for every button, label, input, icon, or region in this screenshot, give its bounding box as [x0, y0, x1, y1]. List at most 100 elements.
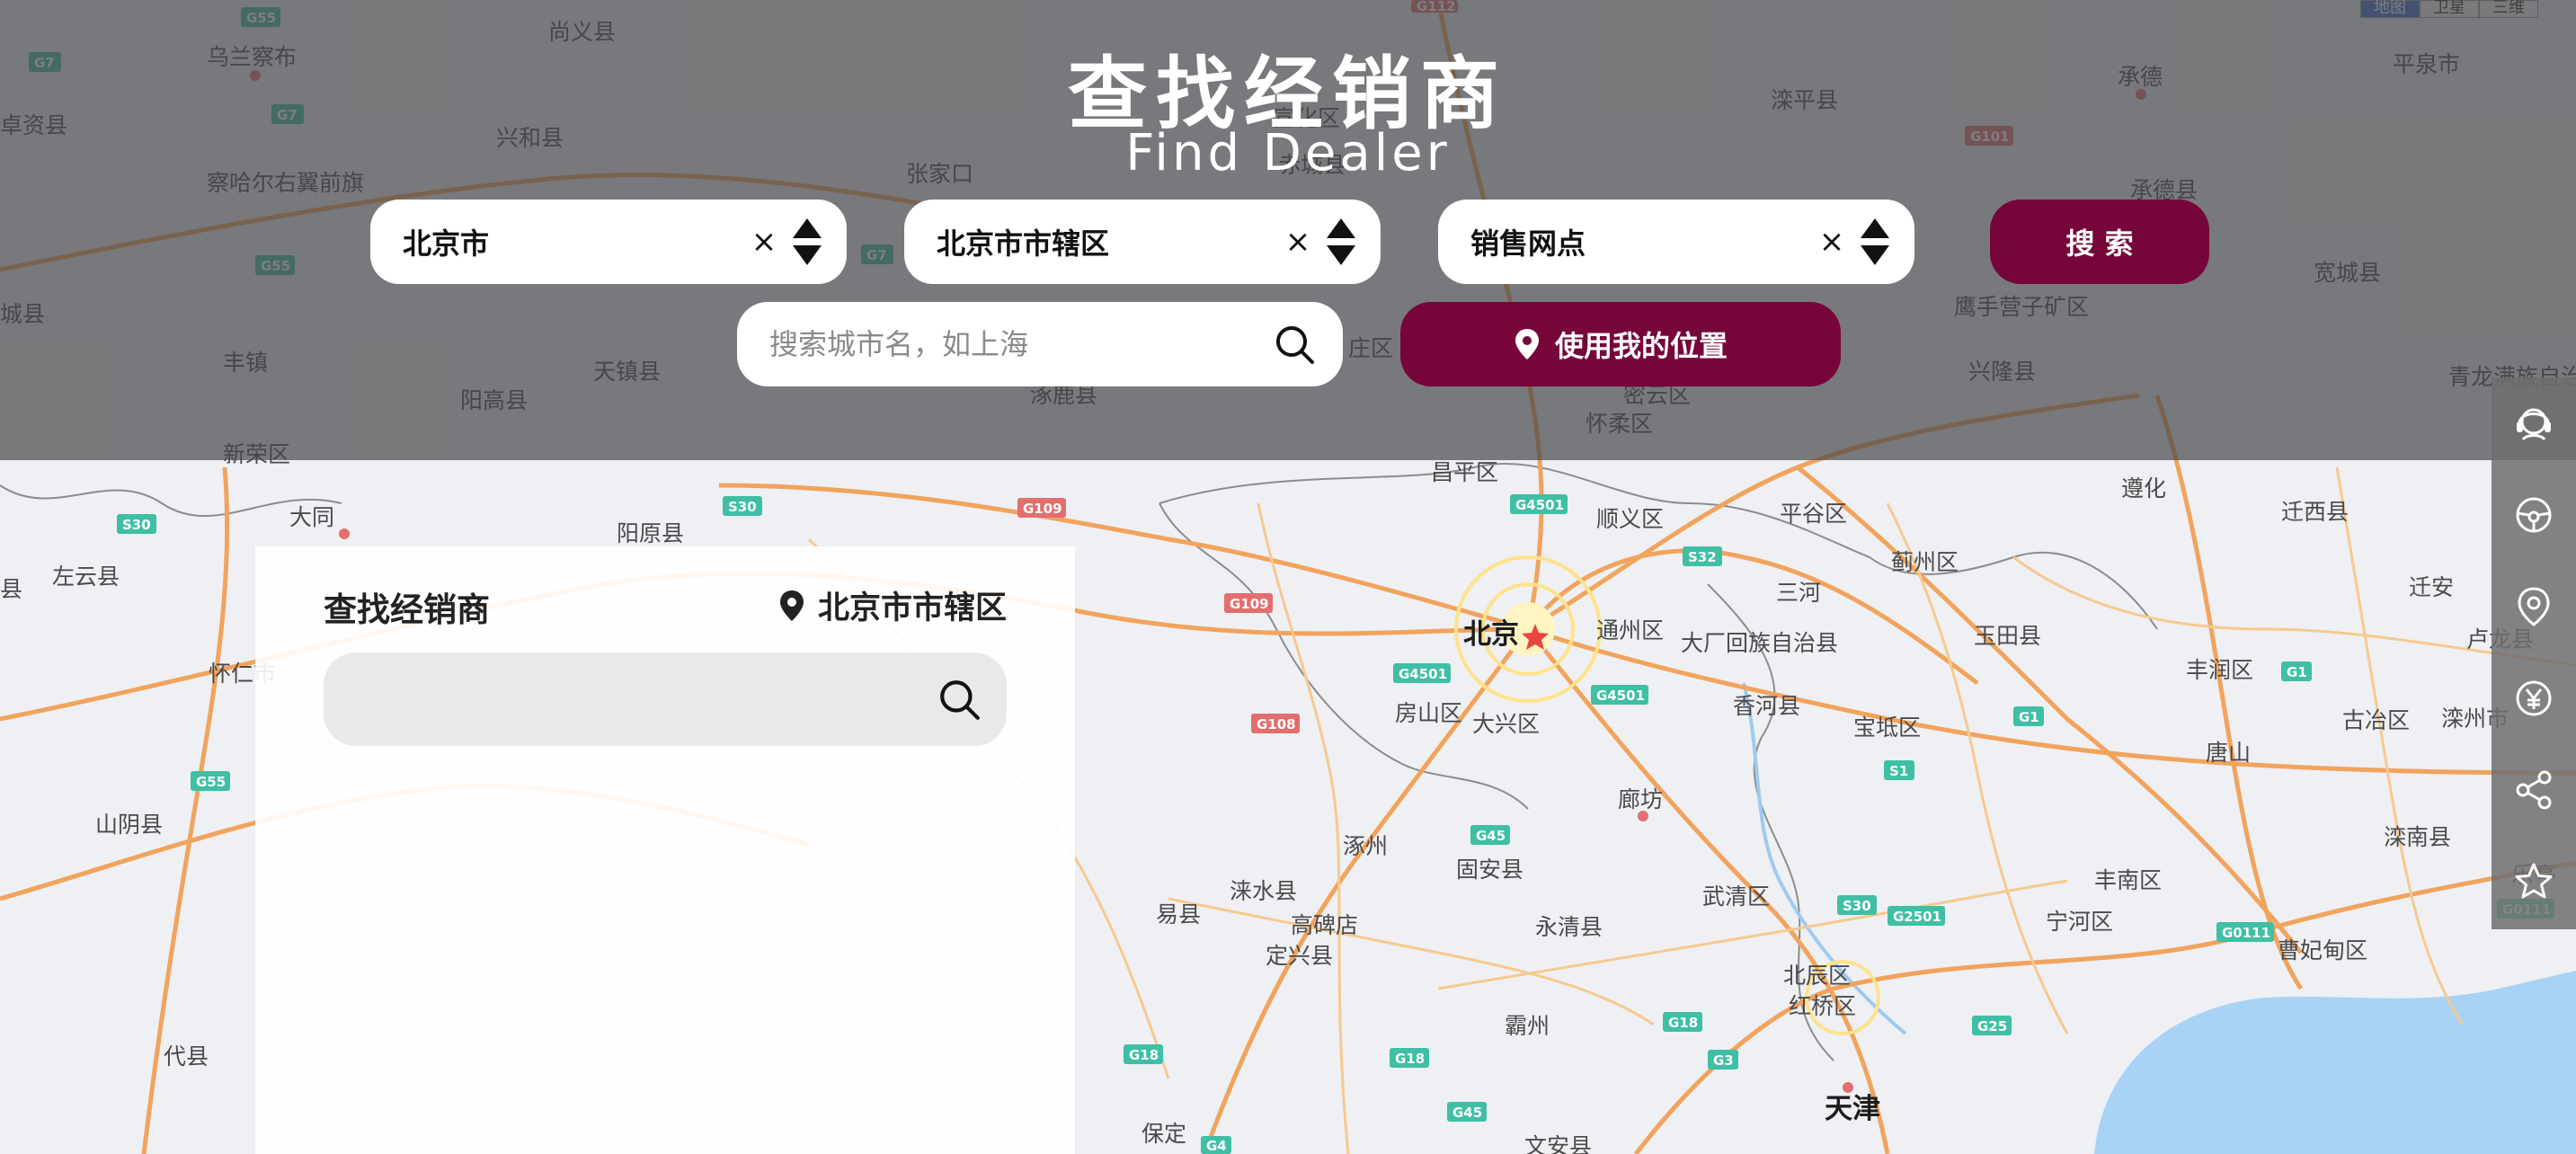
svg-text:天津: 天津: [1825, 1093, 1880, 1125]
svg-text:霸州: 霸州: [1505, 1013, 1550, 1039]
svg-text:北辰区: 北辰区: [1783, 963, 1851, 989]
location-pin-icon: [779, 590, 804, 621]
category-clear-icon[interactable]: ×: [1816, 224, 1848, 260]
svg-text:G18: G18: [1129, 1047, 1159, 1063]
svg-text:迁安: 迁安: [2409, 574, 2454, 600]
category-value: 销售网点: [1470, 226, 1586, 261]
favorite-button[interactable]: [2492, 836, 2576, 928]
svg-text:G2501: G2501: [1893, 909, 1941, 925]
svg-text:S1: S1: [1889, 763, 1908, 779]
svg-text:G4501: G4501: [1515, 497, 1564, 513]
svg-text:G109: G109: [1230, 596, 1269, 612]
city-search-input[interactable]: [768, 326, 1273, 362]
svg-text:平谷区: 平谷区: [1780, 501, 1847, 527]
svg-text:北京: 北京: [1463, 618, 1519, 651]
finance-button[interactable]: [2492, 652, 2576, 744]
use-my-location-label: 使用我的位置: [1554, 329, 1728, 363]
svg-text:S30: S30: [1843, 898, 1871, 914]
use-my-location-button[interactable]: 使用我的位置: [1400, 302, 1841, 386]
svg-text:G55: G55: [196, 774, 226, 790]
svg-text:古冶区: 古冶区: [2342, 707, 2410, 733]
district-select[interactable]: 北京市市辖区 ×: [904, 200, 1381, 284]
svg-text:G4501: G4501: [1596, 688, 1645, 704]
svg-text:涿州: 涿州: [1343, 833, 1388, 859]
svg-text:G18: G18: [1395, 1051, 1425, 1067]
svg-text:山阴县: 山阴县: [95, 812, 163, 838]
search-button[interactable]: 搜 索: [1990, 200, 2209, 284]
category-select[interactable]: 销售网点 ×: [1438, 200, 1914, 284]
sort-arrows-icon[interactable]: [787, 215, 827, 269]
svg-text:大同: 大同: [289, 504, 334, 530]
svg-text:G109: G109: [1023, 501, 1062, 517]
panel-title: 查找经销商: [324, 590, 490, 629]
customer-service-icon: [2517, 408, 2551, 441]
svg-text:滦南县: 滦南县: [2384, 824, 2451, 850]
svg-text:S30: S30: [122, 517, 151, 533]
dealer-location-button[interactable]: [2492, 561, 2576, 652]
svg-text:昌平区: 昌平区: [1431, 459, 1498, 485]
svg-text:遵化: 遵化: [2121, 475, 2166, 502]
svg-text:左云县: 左云县: [52, 564, 120, 590]
customer-service-button[interactable]: [2492, 377, 2576, 469]
svg-text:迁西县: 迁西县: [2281, 499, 2349, 525]
svg-text:易县: 易县: [1156, 901, 1201, 928]
svg-text:顺义区: 顺义区: [1596, 506, 1664, 532]
svg-text:红桥区: 红桥区: [1789, 993, 1856, 1019]
svg-text:曹妃甸区: 曹妃甸区: [2278, 937, 2367, 963]
svg-text:涞水县: 涞水县: [1230, 878, 1297, 904]
svg-text:武清区: 武清区: [1702, 883, 1770, 910]
province-value: 北京市: [403, 226, 490, 261]
test-drive-button[interactable]: [2492, 469, 2576, 561]
svg-text:G45: G45: [1452, 1105, 1482, 1121]
district-value: 北京市市辖区: [937, 226, 1110, 261]
svg-text:廊坊: 廊坊: [1618, 786, 1663, 812]
yen-icon: [2516, 680, 2552, 716]
svg-text:高碑店: 高碑店: [1291, 912, 1358, 938]
svg-text:三河: 三河: [1776, 580, 1821, 606]
svg-text:丰南区: 丰南区: [2094, 867, 2162, 893]
district-clear-icon[interactable]: ×: [1282, 224, 1314, 260]
dealer-panel: 查找经销商 北京市市辖区: [255, 546, 1075, 1154]
search-icon[interactable]: [1273, 323, 1316, 366]
city-search-box: [737, 302, 1343, 386]
star-icon: [2515, 863, 2553, 899]
panel-location[interactable]: 北京市市辖区: [778, 582, 1007, 628]
panel-location-label: 北京市市辖区: [817, 590, 1007, 626]
search-icon[interactable]: [937, 677, 982, 722]
svg-text:G1: G1: [2019, 709, 2039, 725]
share-button[interactable]: [2492, 744, 2576, 836]
province-select[interactable]: 北京市 ×: [370, 200, 847, 284]
svg-text:G25: G25: [1977, 1018, 2007, 1034]
svg-text:宁河区: 宁河区: [2046, 909, 2113, 935]
svg-text:唐山: 唐山: [2206, 740, 2251, 766]
svg-text:玉田县: 玉田县: [1974, 623, 2041, 649]
svg-text:固安县: 固安县: [1456, 857, 1523, 883]
svg-text:G45: G45: [1476, 828, 1506, 844]
svg-text:G0111: G0111: [2222, 925, 2270, 941]
location-pin-icon: [1515, 329, 1539, 360]
dealer-search-input[interactable]: [356, 682, 937, 716]
svg-text:S32: S32: [1688, 549, 1717, 565]
sort-arrows-icon[interactable]: [1321, 215, 1361, 269]
province-clear-icon[interactable]: ×: [748, 224, 780, 260]
side-toolbar: [2492, 377, 2576, 929]
location-pin-icon: [2518, 587, 2550, 626]
svg-text:丰润区: 丰润区: [2186, 657, 2253, 683]
svg-text:永清县: 永清县: [1535, 914, 1603, 940]
svg-text:G18: G18: [1668, 1015, 1698, 1031]
svg-text:G3: G3: [1713, 1052, 1734, 1069]
search-header: 查找经销商 Find Dealer 北京市 × 北京市市辖区 × 销售网点 × …: [0, 0, 2576, 460]
svg-text:保定: 保定: [1141, 1121, 1186, 1147]
svg-text:宝坻区: 宝坻区: [1853, 715, 1921, 741]
svg-text:县: 县: [0, 576, 22, 602]
dealer-search-box: [324, 652, 1007, 746]
svg-text:通州区: 通州区: [1596, 617, 1664, 644]
sort-arrows-icon[interactable]: [1855, 215, 1895, 269]
svg-text:大厂回族自治县: 大厂回族自治县: [1681, 630, 1838, 656]
svg-text:香河县: 香河县: [1733, 693, 1800, 719]
svg-text:S30: S30: [728, 499, 757, 515]
svg-text:蓟州区: 蓟州区: [1891, 549, 1959, 575]
svg-text:G1: G1: [2287, 664, 2307, 680]
svg-text:G108: G108: [1257, 716, 1296, 732]
share-icon: [2516, 770, 2552, 810]
